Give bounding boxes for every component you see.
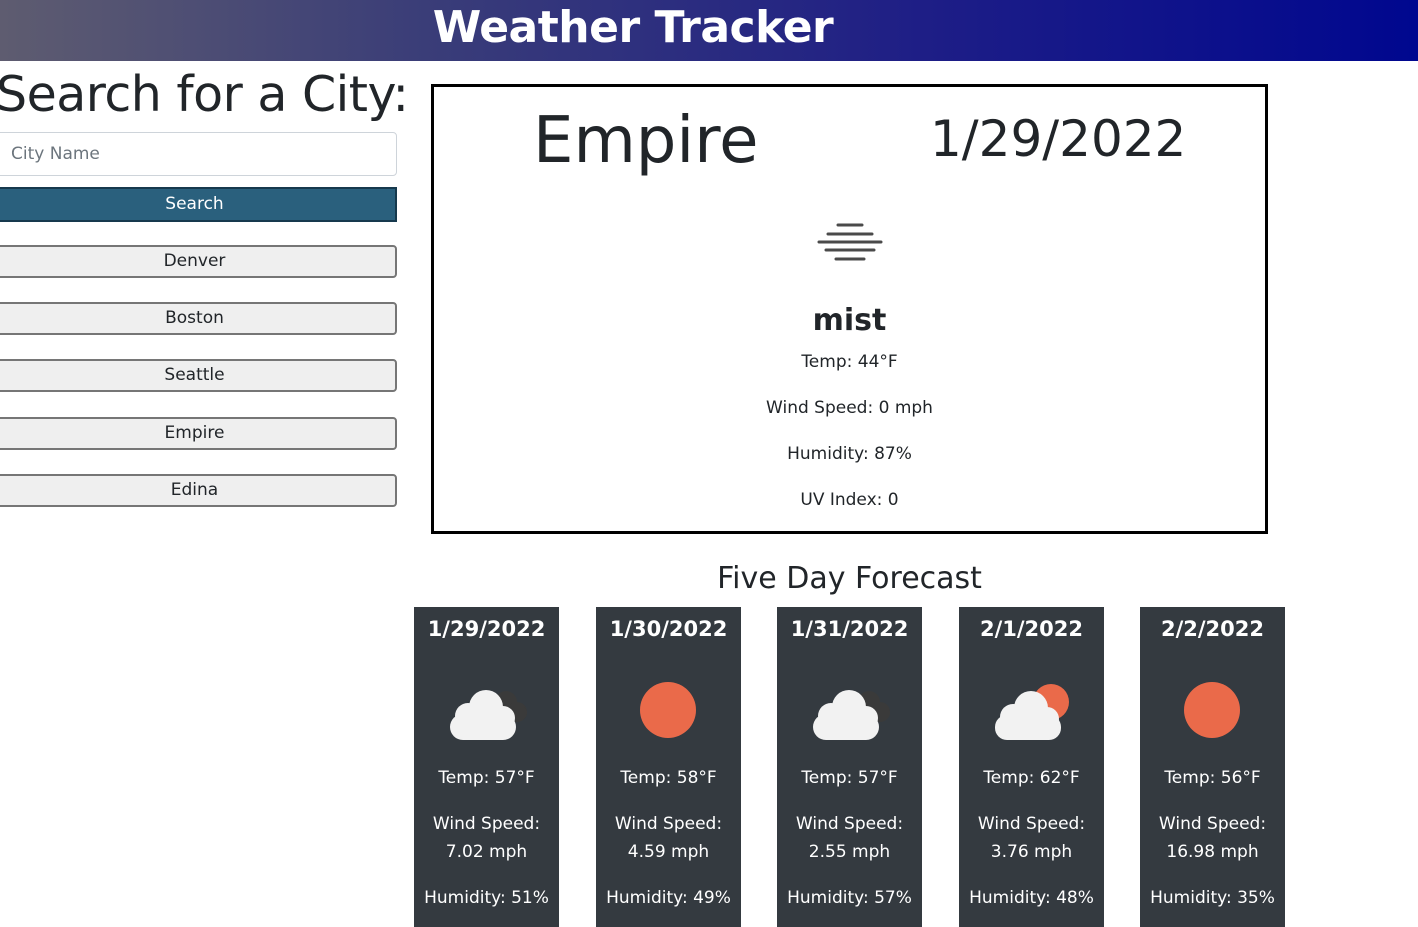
forecast-humidity: Humidity: 51% <box>424 888 549 908</box>
history-button-boston[interactable]: Boston <box>0 302 397 335</box>
current-city-name: Empire <box>533 104 759 178</box>
header-bar: Weather Tracker <box>0 0 1418 61</box>
forecast-card: 1/29/2022 Temp: 57°F Wind Speed: 7.02 mp… <box>414 607 559 927</box>
app-title: Weather Tracker <box>432 2 834 53</box>
forecast-temp: Temp: 57°F <box>438 768 535 788</box>
forecast-card: 2/1/2022 Temp: 62°F Wind Speed: 3.76 mph… <box>959 607 1104 927</box>
history-button-edina[interactable]: Edina <box>0 474 397 507</box>
forecast-temp: Temp: 56°F <box>1164 768 1261 788</box>
forecast-date: 2/2/2022 <box>1160 617 1264 641</box>
current-humidity: Humidity: 87% <box>787 444 912 464</box>
forecast-date: 1/30/2022 <box>609 617 728 641</box>
forecast-wind-value: 2.55 mph <box>808 842 891 862</box>
partly-cloudy-icon <box>995 684 1069 740</box>
sun-icon <box>1184 682 1240 738</box>
forecast-wind-value: 16.98 mph <box>1166 842 1259 862</box>
forecast-wind-label: Wind Speed: <box>432 814 541 834</box>
forecast-wind-value: 3.76 mph <box>990 842 1073 862</box>
sun-icon <box>640 682 696 738</box>
forecast-wind-label: Wind Speed: <box>614 814 723 834</box>
forecast-card: 1/31/2022 Temp: 57°F Wind Speed: 2.55 mp… <box>777 607 922 927</box>
overcast-clouds-icon <box>813 690 890 740</box>
forecast-temp: Temp: 58°F <box>620 768 717 788</box>
current-uv-index: UV Index: 0 <box>800 490 899 510</box>
search-heading: Search for a City: <box>0 66 409 123</box>
forecast-temp: Temp: 57°F <box>801 768 898 788</box>
history-button-denver[interactable]: Denver <box>0 245 397 278</box>
forecast-heading: Five Day Forecast <box>717 561 982 596</box>
overcast-clouds-icon <box>450 690 527 740</box>
current-temp: Temp: 44°F <box>801 352 898 372</box>
forecast-temp: Temp: 62°F <box>983 768 1080 788</box>
forecast-wind-value: 7.02 mph <box>445 842 528 862</box>
current-date: 1/29/2022 <box>930 110 1187 168</box>
forecast-wind-label: Wind Speed: <box>1158 814 1267 834</box>
forecast-humidity: Humidity: 35% <box>1150 888 1275 908</box>
search-button[interactable]: Search <box>0 187 397 222</box>
current-wind: Wind Speed: 0 mph <box>766 398 933 418</box>
forecast-humidity: Humidity: 57% <box>787 888 912 908</box>
forecast-card: 1/30/2022 Temp: 58°F Wind Speed: 4.59 mp… <box>596 607 741 927</box>
current-description: mist <box>812 303 887 338</box>
city-name-input[interactable] <box>0 132 397 176</box>
history-button-seattle[interactable]: Seattle <box>0 359 397 392</box>
forecast-humidity: Humidity: 49% <box>606 888 731 908</box>
forecast-humidity: Humidity: 48% <box>969 888 1094 908</box>
forecast-date: 1/29/2022 <box>427 617 546 641</box>
mist-icon <box>817 223 883 261</box>
forecast-date: 1/31/2022 <box>790 617 909 641</box>
forecast-wind-label: Wind Speed: <box>795 814 904 834</box>
forecast-card: 2/2/2022 Temp: 56°F Wind Speed: 16.98 mp… <box>1140 607 1285 927</box>
history-button-empire[interactable]: Empire <box>0 417 397 450</box>
forecast-date: 2/1/2022 <box>979 617 1083 641</box>
forecast-wind-label: Wind Speed: <box>977 814 1086 834</box>
forecast-wind-value: 4.59 mph <box>627 842 710 862</box>
